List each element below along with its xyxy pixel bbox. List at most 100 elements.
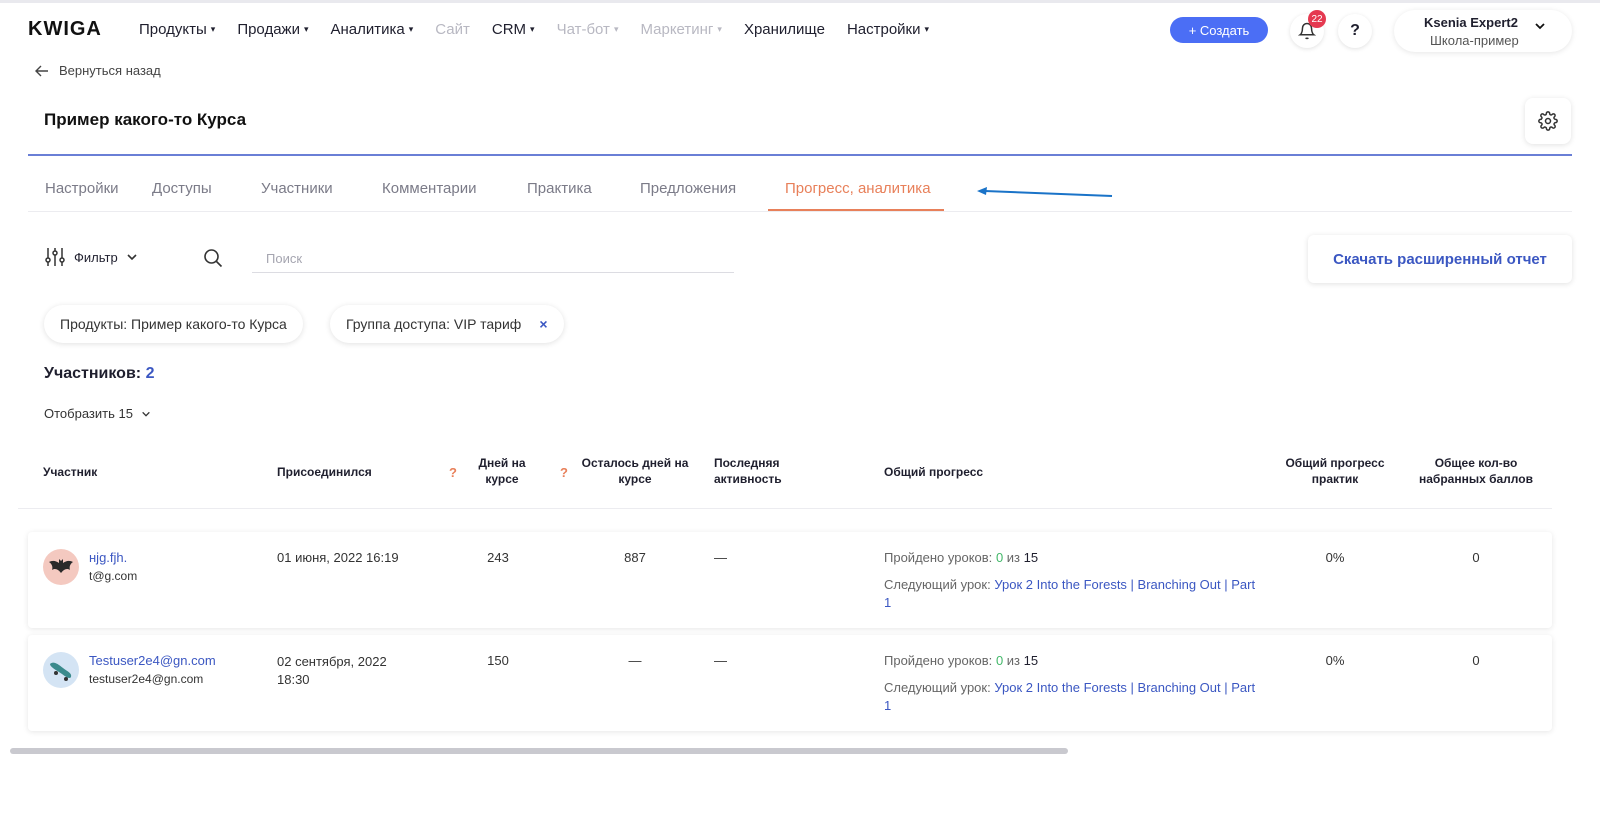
notifications-button[interactable]: 22	[1290, 10, 1326, 48]
help-icon: ?	[1350, 22, 1360, 39]
caret-down-icon: ▾	[408, 24, 414, 34]
tab-settings[interactable]: Настройки	[45, 180, 119, 197]
avatar[interactable]	[43, 549, 79, 585]
table-row[interactable]	[28, 532, 1552, 628]
skateboard-icon	[50, 662, 72, 681]
filter-dropdown[interactable]: Фильтр	[44, 247, 138, 267]
help-icon[interactable]: ?	[449, 465, 457, 480]
help-button[interactable]: ?	[1338, 14, 1372, 48]
account-menu[interactable]: Ksenia Expert2 Школа-пример	[1394, 10, 1572, 52]
last-activity: —	[714, 550, 727, 565]
days-left: 887	[624, 550, 646, 565]
participant-name[interactable]: Testuser2e4@gn.com	[89, 653, 216, 668]
column-header-last-activity: Последняя активность	[714, 456, 782, 486]
column-header-practice-progress: Общий прогресс практик	[1285, 456, 1385, 486]
participant-name[interactable]: нjg.fjh.	[89, 550, 127, 565]
tab-access[interactable]: Доступы	[152, 180, 212, 197]
column-header-joined: Присоединился	[277, 465, 372, 479]
tab-progress-analytics[interactable]: Прогресс, аналитика	[785, 180, 931, 197]
lessons-progress: Пройдено уроков: 0 из 15	[884, 653, 1039, 668]
tab-practice[interactable]: Практика	[527, 180, 592, 197]
last-activity: —	[714, 653, 727, 668]
chevron-down-icon	[1534, 20, 1546, 35]
logo[interactable]: KWIGA	[28, 18, 102, 41]
total-points: 0	[1472, 550, 1480, 565]
lessons-progress: Пройдено уроков: 0 из 15	[884, 550, 1039, 565]
search-icon[interactable]	[203, 248, 223, 271]
filter-chip-access-group[interactable]: Группа доступа: VIP тариф ×	[330, 305, 564, 343]
gear-icon	[1538, 111, 1558, 131]
page-title: Пример какого-то Курса	[44, 110, 247, 129]
column-header-total-progress: Общий прогресс	[884, 465, 984, 479]
next-lesson: Следующий урок: Урок 2 Into the Forests …	[884, 680, 1256, 713]
account-school: Школа-пример	[1430, 33, 1519, 48]
days-on-course: 243	[487, 550, 509, 565]
days-left: —	[628, 653, 642, 668]
chevron-down-icon	[142, 411, 150, 417]
account-name: Ksenia Expert2	[1424, 15, 1518, 30]
bat-icon	[49, 559, 73, 573]
course-settings-button[interactable]	[1525, 98, 1571, 144]
practice-progress: 0%	[1325, 653, 1345, 668]
table-row[interactable]	[28, 635, 1552, 731]
back-link[interactable]: Вернуться назад	[35, 63, 161, 78]
search-input[interactable]	[252, 245, 734, 273]
tab-participants[interactable]: Участники	[261, 180, 333, 197]
caret-down-icon: ▾	[303, 24, 309, 34]
title-divider	[28, 154, 1572, 156]
avatar[interactable]	[43, 652, 79, 688]
nav-item-sales[interactable]: Продажи ▾	[237, 21, 308, 38]
caret-down-icon: ▾	[530, 24, 535, 34]
joined-date: 01 июня, 2022 16:19	[277, 550, 399, 565]
column-header-total-points: Общее кол-во набранных баллов	[1419, 456, 1533, 486]
nav-item-site[interactable]: Сайт	[435, 21, 470, 38]
arrow-left-icon	[35, 65, 48, 76]
caret-down-icon: ▾	[210, 24, 216, 34]
chip-label: Группа доступа: VIP тариф	[346, 316, 522, 332]
tabs-divider	[28, 211, 1572, 212]
filter-label: Фильтр	[74, 249, 118, 265]
total-points: 0	[1472, 653, 1480, 668]
nav-item-products[interactable]: Продукты ▾	[139, 21, 215, 38]
practice-progress: 0%	[1325, 550, 1345, 565]
column-header-days-on-course: Дней на курсе	[478, 456, 526, 486]
participant-email: t@g.com	[89, 569, 138, 583]
page-size-select[interactable]: Отобразить 15	[44, 406, 151, 421]
back-label: Вернуться назад	[59, 63, 161, 78]
table-header-divider	[18, 508, 1552, 509]
days-on-course: 150	[487, 653, 509, 668]
nav-item-marketing[interactable]: Маркетинг ▾	[640, 21, 721, 38]
nav-item-settings[interactable]: Настройки ▾	[847, 21, 929, 38]
participants-count-label: Участников:	[44, 365, 142, 382]
column-header-days-left: Осталось дней на курсе	[581, 456, 689, 486]
page-size-label: Отобразить 15	[44, 406, 133, 421]
caret-down-icon: ▾	[717, 24, 722, 34]
participants-count: Участников: 2	[44, 365, 154, 383]
main-nav: Продукты ▾ Продажи ▾ Аналитика ▾ Сайт CRM ▾ …	[139, 21, 951, 38]
horizontal-scrollbar[interactable]	[10, 748, 1068, 754]
top-border	[0, 0, 1600, 3]
help-icon[interactable]: ?	[560, 465, 568, 480]
sliders-icon	[45, 248, 65, 266]
download-report-button[interactable]: Скачать расширенный отчет	[1308, 235, 1572, 283]
annotation-arrow-icon	[977, 187, 1113, 197]
column-header-participant: Участник	[43, 465, 98, 479]
filter-chip-product[interactable]: Продукты: Пример какого-то Курса	[44, 305, 303, 343]
create-button[interactable]: + Создать	[1170, 17, 1268, 43]
tab-comments[interactable]: Комментарии	[382, 180, 476, 197]
caret-down-icon: ▾	[613, 24, 619, 34]
nav-item-crm[interactable]: CRM ▾	[492, 21, 535, 38]
participants-count-value: 2	[145, 365, 155, 382]
tab-offers[interactable]: Предложения	[640, 180, 736, 197]
notification-badge: 22	[1308, 10, 1326, 28]
nav-item-chatbot[interactable]: Чат-бот ▾	[557, 21, 619, 38]
chip-label: Продукты: Пример какого-то Курса	[60, 316, 287, 332]
nav-item-storage[interactable]: Хранилище	[744, 21, 825, 38]
participant-email: testuser2e4@gn.com	[89, 672, 204, 686]
joined-date: 02 сентября, 2022 18:30	[277, 654, 387, 687]
next-lesson: Следующий урок: Урок 2 Into the Forests …	[884, 577, 1256, 610]
caret-down-icon: ▾	[924, 24, 930, 34]
chevron-down-icon	[127, 254, 137, 261]
close-icon[interactable]: ×	[539, 316, 547, 332]
nav-item-analytics[interactable]: Аналитика ▾	[331, 21, 414, 38]
